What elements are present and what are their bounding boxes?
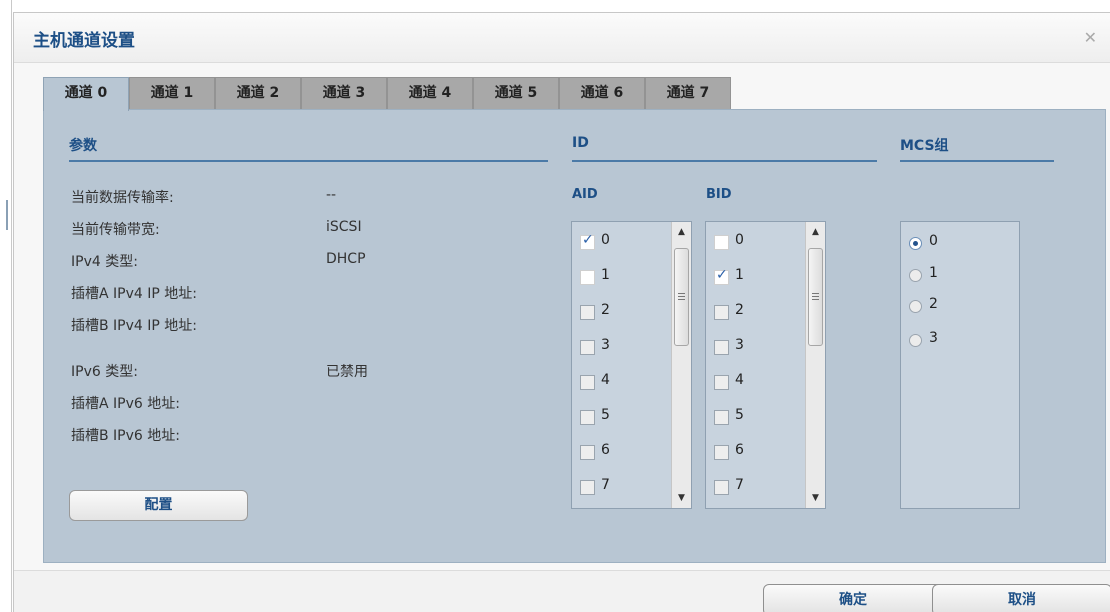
param-label-ipv4-type: IPv4 类型: xyxy=(71,254,138,270)
tab-channel-0[interactable]: 通道 0 xyxy=(43,77,129,111)
mcs-radio-0[interactable] xyxy=(909,237,922,250)
mcs-radio-1[interactable] xyxy=(909,269,922,282)
mcs-option-1-label: 1 xyxy=(929,265,938,281)
bid-checkbox-4[interactable] xyxy=(714,375,729,390)
param-label-slot-a-ipv6: 插槽A IPv6 地址: xyxy=(71,396,180,412)
dialog-titlebar: 主机通道设置 ✕ xyxy=(14,13,1110,63)
ok-button[interactable]: 确定 xyxy=(763,584,943,612)
mcs-heading: MCS组 xyxy=(900,138,949,154)
aid-item-6-label: 6 xyxy=(601,442,610,458)
mcs-radio-3[interactable] xyxy=(909,334,922,347)
aid-listbox[interactable]: 0 1 2 3 4 5 6 7 ▲ ▼ xyxy=(571,221,692,509)
params-heading: 参数 xyxy=(69,138,97,154)
scroll-down-arrow-icon[interactable]: ▼ xyxy=(806,490,825,506)
aid-item-0-label: 0 xyxy=(601,232,610,248)
aid-item-2-label: 2 xyxy=(601,302,610,318)
tab-channel-4[interactable]: 通道 4 xyxy=(387,77,473,110)
bid-checkbox-6[interactable] xyxy=(714,445,729,460)
grip-line-icon xyxy=(678,296,685,297)
param-label-bandwidth: 当前传输带宽: xyxy=(71,222,160,238)
bid-checkbox-2[interactable] xyxy=(714,305,729,320)
aid-scrollbar[interactable]: ▲ ▼ xyxy=(671,222,691,508)
bid-item-2-label: 2 xyxy=(735,302,744,318)
param-value-data-rate: -- xyxy=(326,187,337,203)
bid-item-6-label: 6 xyxy=(735,442,744,458)
bid-item-4-label: 4 xyxy=(735,372,744,388)
bid-checkbox-1[interactable] xyxy=(714,267,729,285)
scroll-up-arrow-icon[interactable]: ▲ xyxy=(672,224,691,240)
mcs-option-2-label: 2 xyxy=(929,296,938,312)
scroll-up-arrow-icon[interactable]: ▲ xyxy=(806,224,825,240)
aid-scroll-thumb[interactable] xyxy=(674,248,689,346)
param-label-slot-b-ipv6: 插槽B IPv6 地址: xyxy=(71,428,180,444)
background-page-edge xyxy=(0,0,12,612)
aid-item-4-label: 4 xyxy=(601,372,610,388)
grip-line-icon xyxy=(812,299,819,300)
aid-checkbox-0[interactable] xyxy=(580,232,595,250)
aid-checkbox-1[interactable] xyxy=(580,270,595,285)
bid-checkbox-7[interactable] xyxy=(714,480,729,495)
bid-item-3-label: 3 xyxy=(735,337,744,353)
mcs-option-3-label: 3 xyxy=(929,330,938,346)
bid-listbox[interactable]: 0 1 2 3 4 5 6 7 ▲ ▼ xyxy=(705,221,826,509)
host-channel-settings-dialog: 主机通道设置 ✕ 通道 0 通道 1 通道 2 通道 3 通道 4 通道 5 通… xyxy=(13,12,1110,612)
tab-channel-6[interactable]: 通道 6 xyxy=(559,77,645,110)
aid-checkbox-3[interactable] xyxy=(580,340,595,355)
bid-item-5-label: 5 xyxy=(735,407,744,423)
background-page-marker xyxy=(6,200,8,230)
grip-line-icon xyxy=(812,296,819,297)
mcs-option-0-label: 0 xyxy=(929,233,938,249)
bid-checkbox-5[interactable] xyxy=(714,410,729,425)
aid-heading: AID xyxy=(572,187,598,202)
mcs-group-box: 0 1 2 3 xyxy=(900,221,1020,509)
aid-checkbox-2[interactable] xyxy=(580,305,595,320)
tab-channel-7[interactable]: 通道 7 xyxy=(645,77,731,110)
param-label-slot-b-ipv4: 插槽B IPv4 IP 地址: xyxy=(71,318,198,334)
grip-line-icon xyxy=(812,293,819,294)
mcs-radio-2[interactable] xyxy=(909,300,922,313)
aid-item-5-label: 5 xyxy=(601,407,610,423)
aid-item-3-label: 3 xyxy=(601,337,610,353)
cancel-button[interactable]: 取消 xyxy=(932,584,1110,612)
close-icon[interactable]: ✕ xyxy=(1084,28,1097,47)
config-button[interactable]: 配置 xyxy=(69,490,248,521)
param-label-slot-a-ipv4: 插槽A IPv4 IP 地址: xyxy=(71,286,197,302)
param-label-data-rate: 当前数据传输率: xyxy=(71,190,174,206)
param-label-ipv6-type: IPv6 类型: xyxy=(71,364,138,380)
aid-checkbox-4[interactable] xyxy=(580,375,595,390)
param-value-ipv6-type: 已禁用 xyxy=(326,364,368,380)
tab-channel-1[interactable]: 通道 1 xyxy=(129,77,215,110)
aid-checkbox-5[interactable] xyxy=(580,410,595,425)
bid-scroll-thumb[interactable] xyxy=(808,248,823,346)
aid-item-1-label: 1 xyxy=(601,267,610,283)
aid-checkbox-7[interactable] xyxy=(580,480,595,495)
id-heading: ID xyxy=(572,135,589,151)
bid-item-0-label: 0 xyxy=(735,232,744,248)
param-value-ipv4-type: DHCP xyxy=(326,251,366,267)
tab-channel-3[interactable]: 通道 3 xyxy=(301,77,387,110)
channel-panel: 参数 当前数据传输率: -- 当前传输带宽: iSCSI IPv4 类型: DH… xyxy=(43,109,1106,563)
id-divider xyxy=(572,160,877,162)
bid-checkbox-3[interactable] xyxy=(714,340,729,355)
bid-checkbox-0[interactable] xyxy=(714,235,729,250)
aid-item-7-label: 7 xyxy=(601,477,610,493)
param-value-bandwidth: iSCSI xyxy=(326,219,362,235)
mcs-divider xyxy=(900,160,1054,162)
tab-channel-2[interactable]: 通道 2 xyxy=(215,77,301,110)
aid-checkbox-6[interactable] xyxy=(580,445,595,460)
scroll-down-arrow-icon[interactable]: ▼ xyxy=(672,490,691,506)
params-divider xyxy=(69,160,548,162)
grip-line-icon xyxy=(678,293,685,294)
bid-heading: BID xyxy=(706,187,732,202)
dialog-title: 主机通道设置 xyxy=(33,31,135,51)
bid-item-7-label: 7 xyxy=(735,477,744,493)
bid-item-1-label: 1 xyxy=(735,267,744,283)
grip-line-icon xyxy=(678,299,685,300)
tab-channel-5[interactable]: 通道 5 xyxy=(473,77,559,110)
bid-scrollbar[interactable]: ▲ ▼ xyxy=(805,222,825,508)
